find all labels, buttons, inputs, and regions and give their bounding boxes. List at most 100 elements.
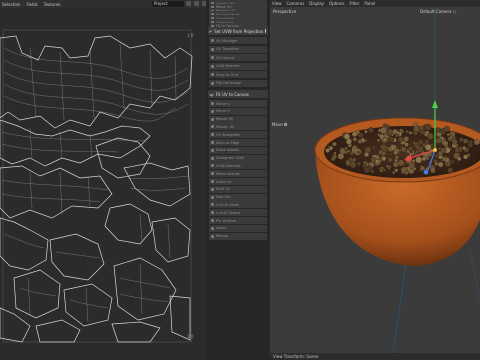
section-set-uvw-projection[interactable]: Set UVW from Projection (208, 27, 268, 35)
soil-clump (379, 169, 384, 173)
z-axis-line (391, 249, 409, 360)
soil-clump (446, 133, 450, 137)
operator-item[interactable]: UV Layout (209, 54, 267, 61)
operator-label: Mirror Islands (216, 171, 240, 176)
operator-label: Sew UVs (216, 195, 232, 200)
soil-clump (449, 135, 454, 140)
uv-tick-bottom: 1.0 (187, 334, 194, 339)
operator-item[interactable]: Cut All Seams (209, 209, 267, 217)
move-tool-label[interactable]: Move (272, 122, 287, 127)
soil-clump (381, 150, 387, 156)
soil-clump (429, 167, 436, 174)
operator-icon (211, 102, 214, 105)
operator-item[interactable]: Shift UV (209, 185, 267, 193)
soil-clump (413, 125, 420, 132)
soil-clump (420, 165, 426, 171)
soil-clump (443, 140, 449, 146)
soil-clump (327, 145, 331, 149)
soil-clump (364, 146, 372, 154)
gizmo-center (433, 148, 437, 152)
operator-label: Rotate 90 (216, 117, 234, 122)
operator-label: Snap to Grid (216, 72, 238, 77)
operator-item[interactable]: UV Manager (209, 37, 267, 44)
uv-menu-textures[interactable]: Textures (44, 2, 61, 7)
operator-item[interactable]: Sew UVs (209, 193, 267, 201)
soil-clump (397, 159, 405, 167)
move-tool-text: Move (272, 122, 283, 127)
operator-icon (211, 164, 214, 168)
operator-item[interactable]: Align to Edge (209, 139, 267, 146)
soil-clump (364, 129, 368, 134)
soil-clump (392, 161, 399, 168)
view-transform-footer: View Transform: Scene (270, 353, 480, 360)
operator-icon (211, 195, 214, 199)
operator-item[interactable]: Snap to Grid (209, 71, 267, 78)
vp-menu-options[interactable]: Options (329, 1, 344, 6)
soil-clump (466, 153, 471, 157)
soil-clump (411, 158, 416, 164)
operator-label: UV Layout (216, 55, 234, 60)
soil-clump (436, 133, 441, 137)
operator-label: Cut UV Seam (216, 202, 240, 207)
viewport-3d[interactable]: View Cameras Display Options Filter Pane… (270, 0, 480, 360)
operator-item[interactable]: Pin Vertices (209, 217, 267, 224)
operator-item[interactable]: UV Transform (209, 45, 267, 53)
operator-item[interactable]: Mirror U (209, 100, 267, 107)
section-title: Set UVW from Projection (214, 28, 264, 34)
operator-item[interactable]: Unify Normals (209, 162, 267, 170)
grid-icon[interactable] (194, 1, 199, 6)
vp-menu-view[interactable]: View (272, 1, 282, 6)
vp-menu-display[interactable]: Display (309, 1, 324, 6)
soil-clump (364, 152, 369, 158)
uv-menu-selection[interactable]: Selection (2, 2, 20, 7)
soil-clump (408, 130, 413, 135)
operator-item[interactable]: Stack Islands (209, 146, 267, 154)
section-fit-uv-canvas[interactable]: Fit UV to Canvas (208, 90, 268, 98)
uv-menu-fields[interactable]: Fields (26, 2, 37, 7)
vp-menu-cameras[interactable]: Cameras (287, 1, 305, 6)
operator-item[interactable]: Straighten Shell (209, 154, 267, 162)
operator-item[interactable]: Mirror Islands (209, 170, 267, 178)
grid-line (469, 249, 480, 301)
uv-project-dropdown[interactable]: Project (152, 1, 184, 7)
soil-clump (333, 151, 337, 155)
uv-editor-panel: Selection Fields Textures Project 1.0 1.… (0, 0, 207, 360)
uv-canvas[interactable]: 1.0 1.0 (0, 8, 206, 360)
gear-icon[interactable] (283, 123, 287, 126)
operator-item[interactable]: Rotate 90 (209, 115, 267, 123)
operator-item[interactable]: Mirror V (209, 107, 267, 115)
operator-label: UVW Remesh (216, 64, 240, 68)
soil-clump (397, 136, 404, 143)
soil-clump (447, 167, 454, 174)
soil-clump (325, 148, 330, 153)
soil-clump (362, 160, 368, 166)
operator-item[interactable]: Scale UV (209, 178, 267, 185)
soil-clump (368, 127, 375, 134)
operator-item[interactable]: UVW Remesh (209, 62, 267, 70)
soil-clump (438, 147, 442, 151)
soil-clump (463, 138, 469, 144)
soil-clump (456, 156, 462, 162)
operator-label: Mirror V (216, 109, 230, 114)
soil-clump (387, 157, 393, 163)
operator-item[interactable]: Remap (209, 232, 267, 240)
operator-icon (211, 73, 214, 76)
camera-label[interactable]: Default Camera ○ (420, 9, 456, 14)
soil-clump (458, 137, 464, 143)
vp-menu-filter[interactable]: Filter (349, 1, 359, 6)
soil-clump (351, 131, 358, 137)
soil-clump (412, 141, 416, 145)
operator-item[interactable]: Rotate -90 (209, 123, 267, 131)
lock-icon[interactable] (186, 1, 191, 6)
operator-icon (211, 234, 214, 238)
soil-clump (426, 132, 434, 140)
vp-menu-panel[interactable]: Panel (364, 1, 375, 6)
operator-icon (211, 226, 214, 230)
operator-item[interactable]: Flip Horizontal (209, 79, 267, 87)
operator-item[interactable]: UV Straighten (209, 131, 267, 139)
operator-item[interactable]: Cut UV Seam (209, 201, 267, 209)
soil-clump (385, 164, 389, 168)
soil-clump (379, 133, 385, 139)
operator-item[interactable]: Unpin (209, 224, 267, 232)
operator-icon (211, 187, 214, 191)
